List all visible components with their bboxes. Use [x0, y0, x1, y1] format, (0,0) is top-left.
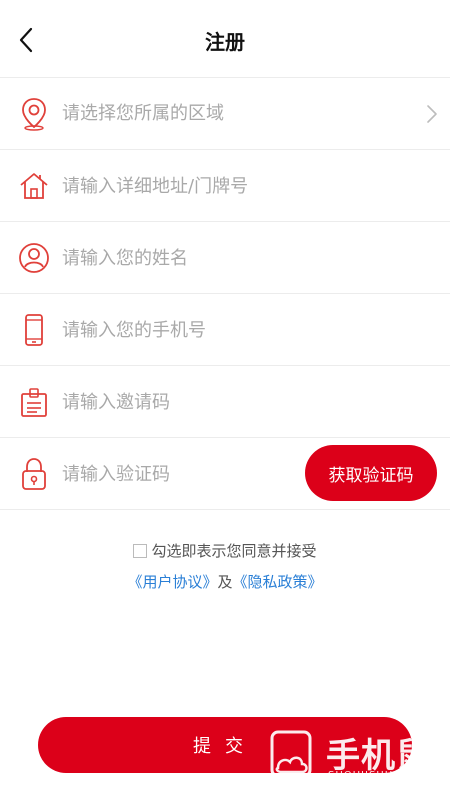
phone-row [0, 294, 450, 366]
get-code-button[interactable]: 获取验证码 [305, 445, 437, 501]
verification-row: 获取验证码 [0, 438, 450, 510]
invite-row [0, 366, 450, 438]
lock-icon [16, 456, 52, 492]
name-row [0, 222, 450, 294]
watermark-logo-icon [270, 730, 312, 778]
invite-code-input[interactable] [62, 366, 402, 438]
top-bar: 注册 [0, 0, 450, 78]
name-input[interactable] [62, 222, 402, 294]
watermark: 手机鼠 SHOUJISHU.COM [268, 724, 438, 790]
agreement-section: 勾选即表示您同意并接受 《用户协议》及《隐私政策》 [0, 540, 450, 592]
chevron-right-icon [427, 105, 437, 123]
verification-code-input[interactable] [62, 438, 292, 510]
agreement-text: 勾选即表示您同意并接受 [151, 542, 317, 560]
user-icon [16, 240, 52, 276]
badge-icon [16, 384, 52, 420]
user-agreement-link[interactable]: 《用户协议》 [127, 573, 217, 591]
address-input[interactable] [62, 150, 402, 222]
agreement-checkbox[interactable] [133, 543, 148, 558]
agreement-and: 及 [217, 573, 233, 591]
privacy-policy-link[interactable]: 《隐私政策》 [233, 573, 323, 591]
location-pin-icon [16, 96, 52, 132]
region-select[interactable]: 请选择您所属的区域 [62, 78, 224, 150]
address-row [0, 150, 450, 222]
page-title: 注册 [205, 30, 245, 54]
watermark-subtext: SHOUJISHU.COM [328, 770, 424, 781]
phone-icon [16, 312, 52, 348]
home-icon [16, 168, 52, 204]
region-row[interactable]: 请选择您所属的区域 [0, 78, 450, 150]
phone-input[interactable] [62, 294, 402, 366]
